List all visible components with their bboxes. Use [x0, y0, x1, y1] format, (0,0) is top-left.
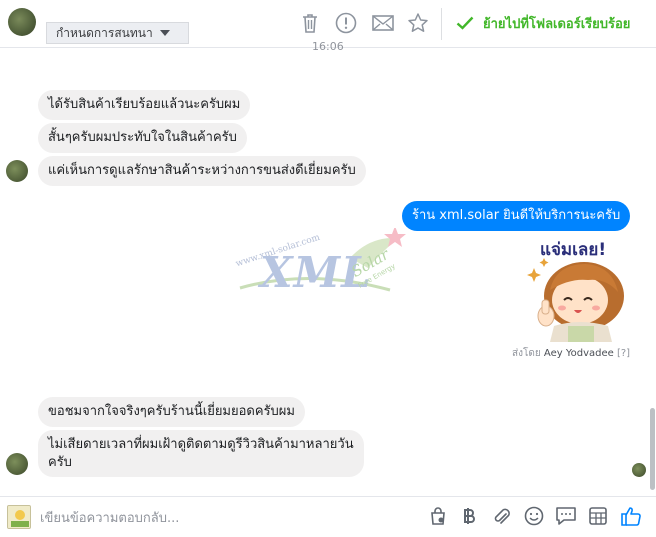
sender-avatar[interactable] [6, 453, 28, 475]
caret-down-icon [159, 30, 170, 36]
seen-avatar [632, 463, 646, 477]
moved-status: ย้ายไปที่โฟลเดอร์เรียบร้อย [456, 12, 630, 34]
smiley-icon[interactable] [523, 505, 545, 527]
message-text: สั้นๆครับผมประทับใจในสินค้าครับ [48, 130, 237, 145]
outgoing-message[interactable]: ร้าน xml.solar ยินดีให้บริการนะครับ [402, 201, 631, 231]
incoming-message[interactable]: ไม่เสียดายเวลาที่ผมเฝ้าดูติดตามดูรีวิวสิ… [38, 430, 364, 477]
paperclip-icon[interactable] [490, 505, 512, 527]
scrollbar-thumb[interactable] [650, 408, 655, 490]
alert-icon[interactable] [334, 11, 358, 35]
incoming-message[interactable]: แค่เห็นการดูแลรักษาสินค้าระหว่างการขนส่ง… [38, 156, 366, 186]
incoming-message[interactable]: ขอชมจากใจจริงๆครับร้านนี้เยี่ยมยอดครับผม [38, 397, 305, 427]
message-text: ได้รับสินค้าเรียบร้อยแล้วนะครับผม [48, 97, 241, 112]
message-text-line1: ไม่เสียดายเวลาที่ผมเฝ้าดูติดตามดูรีวิวสิ… [48, 437, 354, 452]
sticker-message[interactable]: แจ่มเลย! [526, 234, 630, 342]
customer-avatar[interactable] [8, 8, 36, 36]
moved-status-text: ย้ายไปที่โฟลเดอร์เรียบร้อย [483, 16, 631, 32]
sent-by-help[interactable]: [?] [617, 348, 630, 359]
sent-by-line: ส่งโดย Aey Yodvadee [?] [512, 346, 630, 361]
label-dropdown[interactable]: กำหนดการสนทนา [46, 22, 189, 44]
message-text: ร้าน xml.solar ยินดีให้บริการนะครับ [412, 208, 621, 223]
incoming-message[interactable]: ได้รับสินค้าเรียบร้อยแล้วนะครับผม [38, 90, 251, 120]
sent-by-name[interactable]: Aey Yodvadee [544, 348, 614, 359]
sticker-caption: แจ่มเลย! [540, 240, 607, 260]
baht-icon[interactable] [458, 505, 480, 527]
like-icon[interactable] [620, 505, 642, 527]
message-text-line2: ครับ [48, 455, 72, 470]
page-avatar [7, 505, 31, 529]
bag-icon[interactable] [427, 505, 449, 527]
check-icon [456, 16, 474, 30]
star-icon[interactable] [406, 11, 430, 35]
grid-icon[interactable] [587, 505, 609, 527]
message-timestamp: 16:06 [312, 40, 344, 53]
message-text: ขอชมจากใจจริงๆครับร้านนี้เยี่ยมยอดครับผม [48, 404, 295, 419]
reply-input[interactable]: เขียนข้อความตอบกลับ... [40, 507, 179, 528]
saved-reply-icon[interactable] [555, 505, 577, 527]
sender-avatar[interactable] [6, 160, 28, 182]
envelope-icon[interactable] [371, 11, 395, 35]
xml-solar-watermark: www.xml-solar.com XML Solar Free Energy [230, 228, 420, 328]
header-divider [441, 8, 442, 40]
message-text: แค่เห็นการดูแลรักษาสินค้าระหว่างการขนส่ง… [48, 163, 356, 178]
sent-by-prefix: ส่งโดย [512, 348, 541, 359]
conversation-header: กำหนดการสนทนา ย้ายไปที่โฟลเดอร์เรียบร้อย… [0, 0, 656, 53]
label-dropdown-text: กำหนดการสนทนา [56, 25, 153, 40]
composer-bar: เขียนข้อความตอบกลับ... [0, 496, 656, 537]
incoming-message[interactable]: สั้นๆครับผมประทับใจในสินค้าครับ [38, 123, 247, 153]
trash-icon[interactable] [298, 11, 322, 35]
